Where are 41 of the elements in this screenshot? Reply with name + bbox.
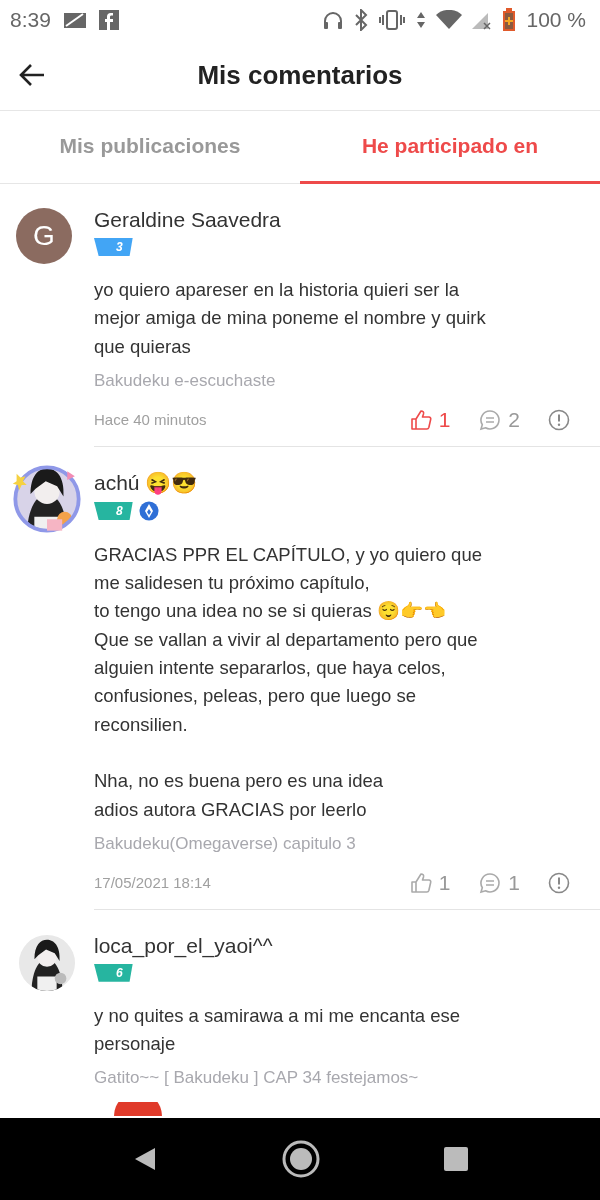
- tab[interactable]: Mis publicaciones: [0, 111, 300, 184]
- report-icon[interactable]: [548, 871, 570, 894]
- headphones-icon: [322, 10, 345, 30]
- post-link[interactable]: Bakudeku e-escuchaste: [94, 370, 276, 390]
- photo-icon: [62, 10, 87, 30]
- user-name: Geraldine Saavedra: [94, 208, 281, 232]
- level-badge: 3: [94, 238, 133, 256]
- timestamp: 17/05/2021 18:14: [94, 874, 211, 892]
- thumbs-up-icon[interactable]: [408, 870, 433, 895]
- like-count: 1: [438, 870, 451, 895]
- bluetooth-icon: [354, 9, 369, 31]
- post-link[interactable]: Bakudeku(Omegaverse) capitulo 3: [94, 833, 356, 853]
- wifi-icon: [436, 10, 463, 30]
- report-icon[interactable]: [548, 408, 570, 431]
- tab[interactable]: He participado en: [300, 111, 600, 184]
- user-name: loca_por_el_yaoi^^: [94, 933, 273, 958]
- comment-text: y no quites a samirawa a mi me encanta ese personaje: [94, 1003, 462, 1057]
- user-name: achú 😝😎: [94, 470, 198, 495]
- comment-icon[interactable]: [478, 870, 503, 895]
- battery-level: 100 %: [526, 8, 586, 32]
- facebook-icon: [98, 10, 119, 30]
- thumbs-up-icon[interactable]: [408, 407, 433, 432]
- avatar: G: [16, 208, 72, 264]
- post-link[interactable]: Gatito~~ [ Bakudeku ] CAP 34 festejamos~: [94, 1068, 419, 1088]
- comment-text: GRACIAS PPR EL CAPÍTULO, y yo quiero que me salidesen tu próximo capítulo, to tengo una idea no se si quieras 😌👉👈 Que se vallan a vivir al departamento pero que alguien intente separarlos, que haya celos, confusiones, peleas, pero que luego se reconsilien. Nha, no es buena pero es una idea adios autora GRACIAS por leerlo: [94, 542, 483, 822]
- like-count: 1: [438, 407, 451, 432]
- battery-icon: [502, 8, 517, 32]
- level-badge: 6: [94, 963, 133, 982]
- comment-icon[interactable]: [478, 407, 503, 432]
- vibrate-icon: [378, 10, 407, 30]
- reply-count: 1: [508, 870, 520, 895]
- data-arrows-icon: [416, 10, 427, 30]
- timestamp: Hace 40 minutos: [94, 411, 207, 429]
- page-title: Mis comentarios: [197, 59, 403, 90]
- reply-count: 2: [508, 407, 520, 432]
- level-badge: 8: [94, 501, 133, 520]
- home-icon[interactable]: [282, 1140, 320, 1178]
- recents-icon[interactable]: [442, 1146, 469, 1172]
- back-icon[interactable]: [18, 63, 46, 87]
- clock: 8:39: [10, 8, 51, 32]
- comment-text: yo quiero apareser en la historia quieri ser la mejor amiga de mina poneme el nombre y quirk que quieras: [94, 278, 487, 359]
